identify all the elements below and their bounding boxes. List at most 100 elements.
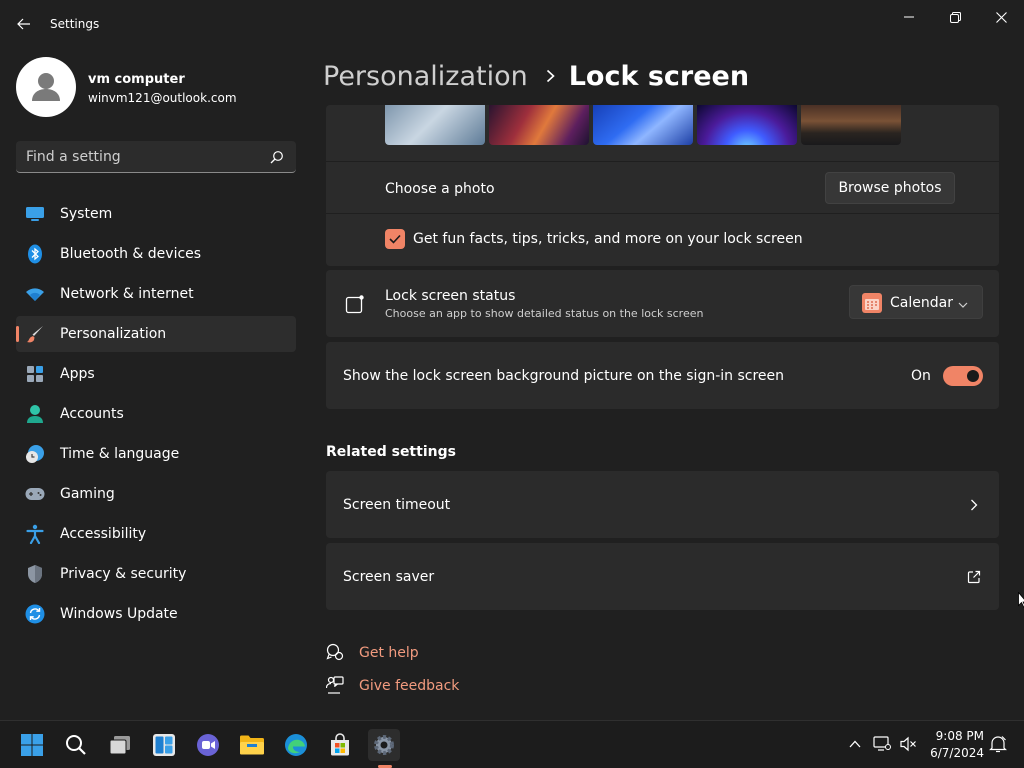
wallpaper-thumbnail[interactable] [593, 105, 693, 145]
mouse-cursor-icon [1018, 592, 1024, 608]
restore-button[interactable] [932, 4, 978, 30]
toggle-state-label: On [911, 368, 931, 384]
gamepad-icon [25, 484, 45, 504]
wallpaper-thumbnail[interactable] [385, 105, 485, 145]
file-explorer-button[interactable] [236, 729, 268, 761]
search-input[interactable] [26, 147, 266, 167]
divider [326, 213, 999, 214]
lock-screen-status-description: Choose an app to show detailed status on… [385, 307, 704, 320]
task-view-button[interactable] [104, 729, 136, 761]
sidebar-item-label: Time & language [60, 446, 180, 462]
start-button[interactable] [16, 729, 48, 761]
sidebar-item-privacy[interactable]: Privacy & security [16, 556, 296, 592]
brush-icon [25, 324, 45, 344]
bluetooth-icon [25, 244, 45, 264]
clock-time[interactable]: 9:08 PM [932, 729, 984, 743]
sidebar-item-bluetooth[interactable]: Bluetooth & devices [16, 236, 296, 272]
wifi-icon [25, 284, 45, 304]
signin-background-label: Show the lock screen background picture … [343, 368, 785, 384]
search-icon [66, 735, 86, 755]
taskbar-search-button[interactable] [60, 729, 92, 761]
minimize-button[interactable] [886, 4, 932, 30]
widgets-button[interactable] [148, 729, 180, 761]
volume-muted-icon[interactable] [898, 734, 918, 754]
teams-chat-button[interactable] [192, 729, 224, 761]
shield-icon [25, 564, 45, 584]
clock-date[interactable]: 6/7/2024 [922, 746, 984, 760]
background-card: Choose a photo Browse photos Get fun fac… [326, 105, 999, 266]
file-explorer-icon [240, 735, 264, 755]
sidebar-item-accounts[interactable]: Accounts [16, 396, 296, 432]
sidebar-item-personalization[interactable]: Personalization [16, 316, 296, 352]
system-icon [25, 204, 45, 224]
close-icon [995, 11, 1007, 23]
sidebar-item-label: Personalization [60, 326, 167, 342]
sidebar-item-label: Apps [60, 366, 95, 382]
fun-facts-checkbox[interactable] [385, 229, 405, 249]
give-feedback-link[interactable]: Give feedback [359, 678, 459, 694]
search-icon[interactable] [270, 150, 284, 164]
taskbar [0, 720, 1024, 768]
widgets-icon [153, 734, 175, 756]
signin-background-toggle[interactable] [943, 366, 983, 386]
accessibility-icon [25, 524, 45, 544]
content-area: Choose a photo Browse photos Get fun fac… [326, 105, 999, 717]
wallpaper-thumbnail[interactable] [489, 105, 589, 145]
sidebar-item-label: System [60, 206, 113, 222]
settings-icon [374, 735, 394, 755]
screen-saver-label: Screen saver [343, 569, 435, 585]
network-status-icon[interactable] [872, 734, 892, 754]
clock-globe-icon [25, 444, 45, 464]
screen-timeout-label: Screen timeout [343, 497, 451, 513]
sidebar-item-label: Gaming [60, 486, 115, 502]
wallpaper-thumbnail[interactable] [801, 105, 901, 145]
breadcrumb: Personalization Lock screen [323, 58, 749, 94]
sidebar-item-label: Bluetooth & devices [60, 246, 202, 262]
status-app-dropdown[interactable]: Calendar [849, 285, 983, 319]
task-view-icon [109, 736, 130, 755]
store-icon [331, 733, 349, 756]
sidebar-item-gaming[interactable]: Gaming [16, 476, 296, 512]
store-button[interactable] [324, 729, 356, 761]
profile-email: winvm121@outlook.com [88, 91, 237, 105]
wallpaper-thumbnail[interactable] [697, 105, 797, 145]
screen-saver-row[interactable]: Screen saver [326, 543, 999, 610]
choose-photo-label: Choose a photo [385, 181, 495, 197]
calendar-icon [862, 293, 882, 313]
restore-icon [949, 11, 961, 23]
sidebar-item-accessibility[interactable]: Accessibility [16, 516, 296, 552]
sidebar-item-network[interactable]: Network & internet [16, 276, 296, 312]
sidebar-item-windows-update[interactable]: Windows Update [16, 596, 296, 632]
fun-facts-label: Get fun facts, tips, tricks, and more on… [413, 231, 803, 247]
sidebar-item-apps[interactable]: Apps [16, 356, 296, 392]
chevron-right-icon [970, 499, 980, 511]
update-icon [25, 604, 45, 624]
chevron-up-icon[interactable] [845, 734, 865, 754]
breadcrumb-parent[interactable]: Personalization [323, 61, 528, 92]
sidebar-item-system[interactable]: System [16, 196, 296, 232]
sidebar-item-label: Privacy & security [60, 566, 187, 582]
sidebar-item-label: Accounts [60, 406, 124, 422]
edge-icon [285, 734, 307, 756]
arrow-left-icon [17, 18, 30, 30]
profile-name: vm computer [88, 72, 185, 87]
sidebar-item-label: Accessibility [60, 526, 147, 542]
sidebar-item-label: Network & internet [60, 286, 194, 302]
sidebar-item-time-language[interactable]: Time & language [16, 436, 296, 472]
back-button[interactable] [10, 10, 38, 38]
page-title: Lock screen [568, 60, 750, 92]
lock-screen-status-title: Lock screen status [385, 288, 516, 304]
status-icon [345, 294, 365, 314]
edge-button[interactable] [280, 729, 312, 761]
browse-photos-button[interactable]: Browse photos [825, 172, 955, 204]
help-icon [326, 643, 344, 661]
get-help-link[interactable]: Get help [359, 645, 419, 661]
avatar[interactable] [16, 57, 76, 117]
settings-button[interactable] [368, 729, 400, 761]
person-silhouette-icon [32, 73, 60, 101]
screen-timeout-row[interactable]: Screen timeout [326, 471, 999, 538]
close-button[interactable] [978, 4, 1024, 30]
search-box[interactable] [16, 141, 296, 173]
notifications-icon[interactable] [988, 734, 1008, 754]
teams-chat-icon [197, 734, 219, 756]
